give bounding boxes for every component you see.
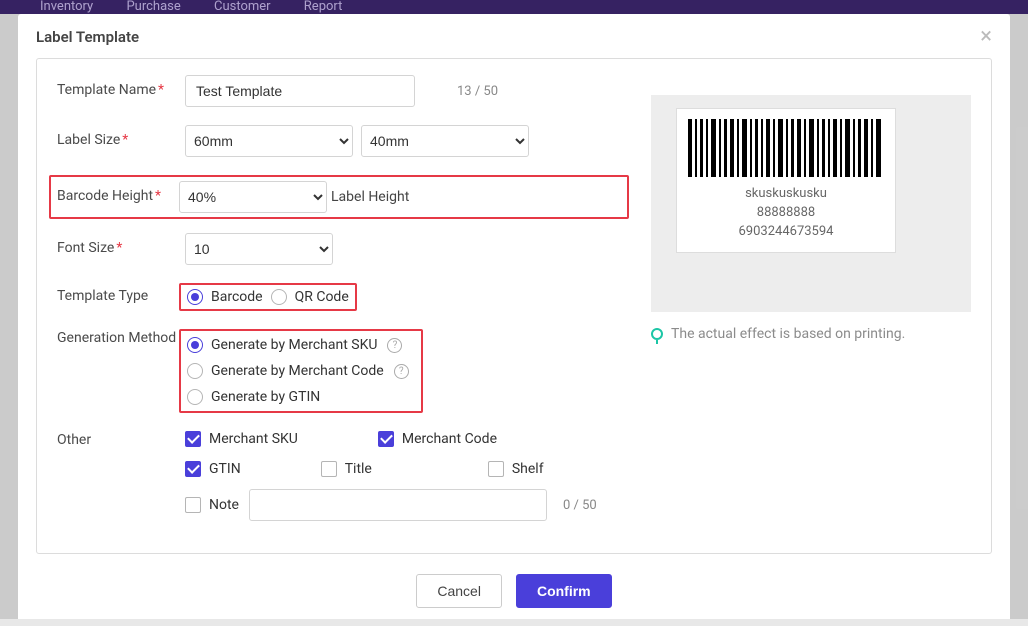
confirm-button[interactable]: Confirm	[516, 574, 612, 608]
label-template-modal: Label Template × Template Name* 13 / 50	[18, 14, 1010, 619]
template-type-qrcode[interactable]: QR Code	[271, 289, 349, 305]
chk-merchant-sku[interactable]: Merchant SKU	[185, 431, 298, 447]
chk-shelf[interactable]: Shelf	[488, 461, 544, 477]
chk-note[interactable]: Note	[185, 497, 239, 513]
label-preview: skuskuskusku 88888888 6903244673594	[677, 109, 895, 252]
barcode-icon	[688, 119, 884, 177]
preview-line-sku: skuskuskusku	[687, 185, 885, 204]
barcode-height-label: Barcode Height*	[57, 187, 179, 207]
help-icon[interactable]: ?	[394, 364, 409, 379]
gen-by-gtin[interactable]: Generate by GTIN	[187, 389, 409, 405]
form-panel: Template Name* 13 / 50 Label Size* 60mm	[36, 58, 992, 554]
other-label: Other	[57, 431, 185, 451]
label-preview-area: skuskuskusku 88888888 6903244673594	[651, 95, 971, 312]
chk-gtin[interactable]: GTIN	[185, 461, 241, 477]
preview-hint: The actual effect is based on printing.	[651, 326, 971, 342]
gen-by-code[interactable]: Generate by Merchant Code ?	[187, 363, 409, 379]
template-name-label: Template Name*	[57, 81, 185, 101]
template-type-label: Template Type	[57, 287, 185, 307]
label-height-select[interactable]: 40mm	[361, 125, 529, 157]
font-size-select[interactable]: 10	[185, 233, 333, 265]
chk-title[interactable]: Title	[321, 461, 372, 477]
help-icon[interactable]: ?	[387, 338, 402, 353]
close-icon[interactable]: ×	[980, 26, 992, 48]
preview-line-code: 88888888	[687, 204, 885, 223]
note-input[interactable]	[249, 489, 547, 521]
font-size-label: Font Size*	[57, 239, 185, 259]
label-width-select[interactable]: 60mm	[185, 125, 353, 157]
generation-method-highlight: Generate by Merchant SKU ? Generate by M…	[179, 329, 423, 413]
lightbulb-icon	[651, 328, 663, 340]
generation-method-label: Generation Method	[57, 329, 185, 349]
cancel-button[interactable]: Cancel	[416, 574, 502, 608]
preview-line-gtin: 6903244673594	[687, 223, 885, 242]
template-name-input[interactable]	[185, 75, 415, 107]
barcode-height-highlight: Barcode Height* 40% Label Height	[49, 175, 629, 219]
note-counter: 0 / 50	[563, 498, 597, 513]
barcode-height-suffix: Label Height	[331, 189, 409, 205]
template-name-counter: 13 / 50	[457, 84, 498, 99]
chk-merchant-code[interactable]: Merchant Code	[378, 431, 497, 447]
template-type-barcode[interactable]: Barcode	[187, 289, 263, 305]
modal-title: Label Template	[36, 28, 139, 46]
gen-by-sku[interactable]: Generate by Merchant SKU ?	[187, 337, 409, 353]
barcode-height-select[interactable]: 40%	[179, 181, 327, 213]
template-type-highlight: Barcode QR Code	[179, 283, 357, 311]
label-size-label: Label Size*	[57, 131, 185, 151]
